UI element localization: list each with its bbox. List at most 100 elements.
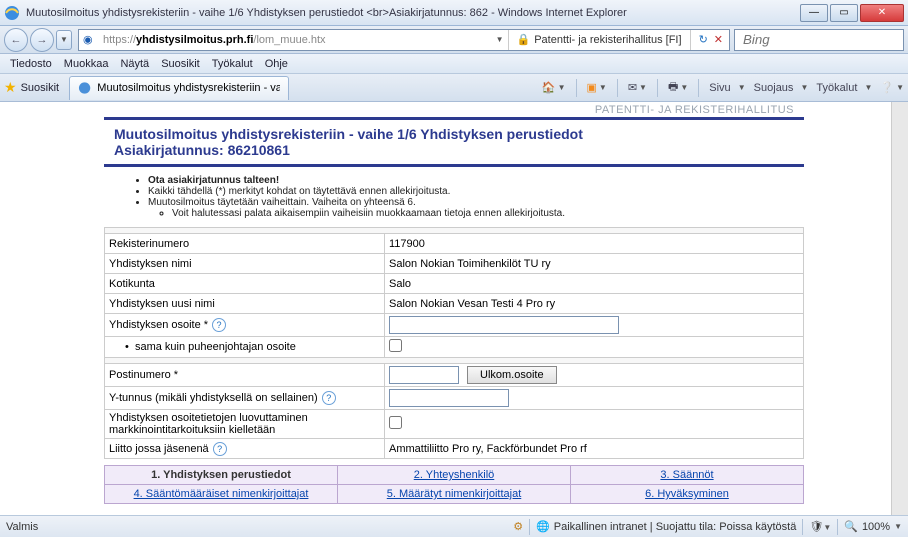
step-2[interactable]: 2. Yhteyshenkilö: [338, 466, 571, 485]
step-3[interactable]: 3. Säännöt: [571, 466, 804, 485]
row-ytunnus: Y-tunnus (mikäli yhdistyksellä on sellai…: [105, 387, 804, 410]
menu-view[interactable]: Näytä: [114, 56, 155, 72]
help-menu[interactable]: ❔▼: [880, 81, 904, 94]
row-uusi-nimi: Yhdistyksen uusi nimi Salon Nokian Vesan…: [105, 294, 804, 314]
zone-icon: 🌐: [536, 520, 550, 533]
print-button[interactable]: 🖶▼: [668, 78, 688, 97]
page-viewport: PATENTTI- JA REKISTERIHALLITUS Muutosilm…: [0, 102, 908, 515]
favorites-row: ★ Suosikit Muutosilmoitus yhdistysrekist…: [0, 74, 908, 102]
maximize-button[interactable]: ▭: [830, 4, 858, 22]
browser-tab[interactable]: Muutosilmoitus yhdistysrekisteriin - va.…: [69, 76, 289, 100]
window-titlebar: Muutosilmoitus yhdistysrekisteriin - vai…: [0, 0, 908, 26]
address-bar[interactable]: ◉ https://yhdistysilmoitus.prh.fi/lom_mu…: [78, 29, 730, 51]
menu-bar: Tiedosto Muokkaa Näytä Suosikit Työkalut…: [0, 54, 908, 74]
stop-button[interactable]: ✕: [714, 33, 723, 46]
url-host: yhdistysilmoitus.prh.fi: [136, 34, 253, 46]
osoite-label: Yhdistyksen osoite *?: [105, 314, 385, 337]
url-protocol: https://: [103, 34, 136, 46]
page-content: PATENTTI- JA REKISTERIHALLITUS Muutosilm…: [104, 102, 804, 515]
sama-kuin-checkbox[interactable]: [389, 339, 402, 352]
menu-favorites[interactable]: Suosikit: [155, 56, 206, 72]
status-ready: Valmis: [6, 521, 38, 533]
vertical-scrollbar[interactable]: [891, 102, 908, 515]
heading-line2: Asiakirjatunnus: 86210861: [114, 142, 794, 158]
row-rekisterinumero: Rekisterinumero 117900: [105, 234, 804, 254]
back-button[interactable]: ←: [4, 28, 28, 52]
postinumero-input[interactable]: [389, 366, 459, 384]
ie-icon: [4, 5, 20, 21]
row-postinumero: Postinumero * Ulkom.osoite: [105, 364, 804, 387]
liitto-label: Liitto jossa jäsenenä?: [105, 439, 385, 459]
uusi-nimi-value: Salon Nokian Vesan Testi 4 Pro ry: [385, 294, 804, 314]
refresh-button[interactable]: ↻: [699, 33, 708, 46]
feeds-button[interactable]: ▣▼: [587, 81, 607, 94]
safety-menu[interactable]: Suojaus ▼: [754, 82, 809, 94]
ytunnus-label: Y-tunnus (mikäli yhdistyksellä on sellai…: [105, 387, 385, 410]
step-1: 1. Yhdistyksen perustiedot: [105, 466, 338, 485]
kieltaa-checkbox[interactable]: [389, 416, 402, 429]
form-table: Rekisterinumero 117900 Yhdistyksen nimi …: [104, 227, 804, 459]
rekisterinumero-value: 117900: [385, 234, 804, 254]
row-kotikunta: Kotikunta Salo: [105, 274, 804, 294]
menu-tools[interactable]: Työkalut: [206, 56, 259, 72]
home-button[interactable]: 🏠▼: [542, 81, 566, 94]
address-dropdown-icon[interactable]: ▼: [496, 35, 504, 44]
tools-menu[interactable]: Työkalut ▼: [816, 82, 872, 94]
menu-help[interactable]: Ohje: [259, 56, 294, 72]
forward-button[interactable]: →: [30, 28, 54, 52]
help-icon[interactable]: ?: [322, 391, 336, 405]
zoom-control[interactable]: 🔍 100% ▼: [844, 520, 902, 533]
search-input[interactable]: [743, 32, 908, 47]
step-4[interactable]: 4. Sääntömääräiset nimenkirjoittajat: [105, 485, 338, 504]
row-kieltaa: Yhdistyksen osoitetietojen luovuttaminen…: [105, 410, 804, 439]
sama-kuin-label: • sama kuin puheenjohtajan osoite: [105, 337, 385, 358]
lock-icon: 🔒: [517, 33, 531, 46]
mail-button[interactable]: ✉▼: [628, 81, 647, 94]
tab-favicon-icon: [78, 81, 91, 95]
url-path: /lom_muue.htx: [253, 34, 325, 46]
osoite-input[interactable]: [389, 316, 619, 334]
favorites-label[interactable]: Suosikit: [21, 82, 60, 94]
row-osoite: Yhdistyksen osoite *?: [105, 314, 804, 337]
tab-title: Muutosilmoitus yhdistysrekisteriin - va.…: [97, 82, 280, 94]
step-nav: 1. Yhdistyksen perustiedot 2. Yhteyshenk…: [104, 465, 804, 504]
liitto-value: Ammattiliitto Pro ry, Fackförbundet Pro …: [385, 439, 804, 459]
status-bar: Valmis ⚙ 🌐 Paikallinen intranet | Suojat…: [0, 515, 908, 537]
instructions: Ota asiakirjatunnus talteen! Kaikki tähd…: [104, 167, 804, 227]
instruction-3: Muutosilmoitus täytetään vaiheittain. Va…: [148, 197, 784, 219]
search-box[interactable]: 🔍: [734, 29, 904, 51]
ulkom-osoite-button[interactable]: Ulkom.osoite: [467, 366, 557, 384]
instruction-3a: Voit halutessasi palata aikaisempiin vai…: [172, 208, 784, 219]
security-zone[interactable]: Paikallinen intranet | Suojattu tila: Po…: [554, 521, 797, 533]
rekisterinumero-label: Rekisterinumero: [105, 234, 385, 254]
favorites-star-icon[interactable]: ★: [4, 79, 17, 96]
step-6[interactable]: 6. Hyväksyminen: [571, 485, 804, 504]
kotikunta-label: Kotikunta: [105, 274, 385, 294]
yhdistyksen-nimi-label: Yhdistyksen nimi: [105, 254, 385, 274]
postinumero-label: Postinumero *: [105, 364, 385, 387]
instruction-2: Kaikki tähdellä (*) merkityt kohdat on t…: [148, 186, 784, 197]
nav-toolbar: ← → ▼ ◉ https://yhdistysilmoitus.prh.fi/…: [0, 26, 908, 54]
help-icon[interactable]: ?: [213, 442, 227, 456]
site-identity[interactable]: Patentti- ja rekisterihallitus [FI]: [534, 34, 681, 46]
yhdistyksen-nimi-value: Salon Nokian Toimihenkilöt TU ry: [385, 254, 804, 274]
popup-blocked-icon[interactable]: ⚙: [513, 520, 523, 533]
kotikunta-value: Salo: [385, 274, 804, 294]
step-5[interactable]: 5. Määrätyt nimenkirjoittajat: [338, 485, 571, 504]
row-liitto: Liitto jossa jäsenenä? Ammattiliitto Pro…: [105, 439, 804, 459]
menu-file[interactable]: Tiedosto: [4, 56, 58, 72]
page-menu[interactable]: Sivu ▼: [709, 82, 745, 94]
ytunnus-input[interactable]: [389, 389, 509, 407]
uusi-nimi-label: Yhdistyksen uusi nimi: [105, 294, 385, 314]
help-icon[interactable]: ?: [212, 318, 226, 332]
brand-banner: PATENTTI- JA REKISTERIHALLITUS: [104, 102, 804, 120]
page-heading: Muutosilmoitus yhdistysrekisteriin - vai…: [104, 120, 804, 167]
kieltaa-label: Yhdistyksen osoitetietojen luovuttaminen…: [105, 410, 385, 439]
close-button[interactable]: ✕: [860, 4, 904, 22]
row-sama-kuin: • sama kuin puheenjohtajan osoite: [105, 337, 804, 358]
window-title: Muutosilmoitus yhdistysrekisteriin - vai…: [26, 7, 800, 19]
menu-edit[interactable]: Muokkaa: [58, 56, 115, 72]
protected-mode-icon[interactable]: 🛡▼: [809, 520, 831, 533]
recent-dropdown[interactable]: ▼: [56, 30, 72, 50]
minimize-button[interactable]: —: [800, 4, 828, 22]
